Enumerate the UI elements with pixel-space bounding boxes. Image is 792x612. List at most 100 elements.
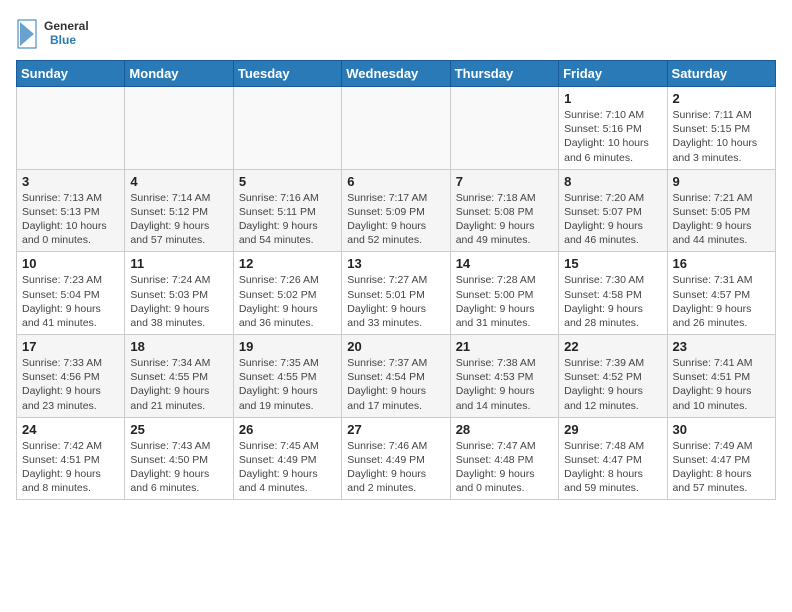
day-info: Sunrise: 7:24 AM Sunset: 5:03 PM Dayligh… (130, 273, 227, 330)
day-number: 11 (130, 256, 227, 271)
day-cell-12: 12Sunrise: 7:26 AM Sunset: 5:02 PM Dayli… (233, 252, 341, 335)
weekday-header-monday: Monday (125, 61, 233, 87)
day-number: 23 (673, 339, 770, 354)
weekday-header-row: SundayMondayTuesdayWednesdayThursdayFrid… (17, 61, 776, 87)
day-cell-22: 22 Sunrise: 7:39 AM Sunset: 4:52 PM Dayli… (559, 335, 667, 418)
day-cell-25: 25 Sunrise: 7:43 AM Sunset: 4:50 PM Dayli… (125, 417, 233, 500)
day-cell-30: 30Sunrise: 7:49 AM Sunset: 4:47 PM Dayli… (667, 417, 775, 500)
day-number: 28 (456, 422, 553, 437)
day-info: Sunrise: 7:47 AM Sunset: 4:48 PM Dayligh… (456, 439, 553, 496)
day-number: 10 (22, 256, 119, 271)
weekday-header-thursday: Thursday (450, 61, 558, 87)
day-info: Sunrise: 7:33 AM Sunset: 4:56 PM Dayligh… (22, 356, 119, 413)
day-cell-19: 19 Sunrise: 7:35 AM Sunset: 4:55 PM Dayli… (233, 335, 341, 418)
calendar-table: SundayMondayTuesdayWednesdayThursdayFrid… (16, 60, 776, 500)
day-number: 12 (239, 256, 336, 271)
day-number: 17 (22, 339, 119, 354)
day-number: 20 (347, 339, 444, 354)
day-cell-27: 27 Sunrise: 7:46 AM Sunset: 4:49 PM Dayli… (342, 417, 450, 500)
week-row-1: 1Sunrise: 7:10 AM Sunset: 5:16 PM Daylig… (17, 87, 776, 170)
week-row-5: 24 Sunrise: 7:42 AM Sunset: 4:51 PM Dayli… (17, 417, 776, 500)
week-row-3: 10 Sunrise: 7:23 AM Sunset: 5:04 PM Dayli… (17, 252, 776, 335)
day-info: Sunrise: 7:21 AM Sunset: 5:05 PM Dayligh… (673, 191, 770, 248)
day-info: Sunrise: 7:35 AM Sunset: 4:55 PM Dayligh… (239, 356, 336, 413)
day-cell-5: 5Sunrise: 7:16 AM Sunset: 5:11 PM Daylig… (233, 169, 341, 252)
day-number: 21 (456, 339, 553, 354)
day-cell-21: 21 Sunrise: 7:38 AM Sunset: 4:53 PM Dayli… (450, 335, 558, 418)
empty-cell (125, 87, 233, 170)
day-info: Sunrise: 7:31 AM Sunset: 4:57 PM Dayligh… (673, 273, 770, 330)
day-info: Sunrise: 7:20 AM Sunset: 5:07 PM Dayligh… (564, 191, 661, 248)
day-info: Sunrise: 7:39 AM Sunset: 4:52 PM Dayligh… (564, 356, 661, 413)
day-info: Sunrise: 7:18 AM Sunset: 5:08 PM Dayligh… (456, 191, 553, 248)
day-number: 9 (673, 174, 770, 189)
day-number: 24 (22, 422, 119, 437)
header: General Blue (16, 16, 776, 52)
day-number: 13 (347, 256, 444, 271)
day-info: Sunrise: 7:45 AM Sunset: 4:49 PM Dayligh… (239, 439, 336, 496)
day-info: Sunrise: 7:37 AM Sunset: 4:54 PM Dayligh… (347, 356, 444, 413)
day-cell-1: 1Sunrise: 7:10 AM Sunset: 5:16 PM Daylig… (559, 87, 667, 170)
day-cell-17: 17 Sunrise: 7:33 AM Sunset: 4:56 PM Dayli… (17, 335, 125, 418)
day-number: 22 (564, 339, 661, 354)
day-number: 4 (130, 174, 227, 189)
day-cell-24: 24 Sunrise: 7:42 AM Sunset: 4:51 PM Dayli… (17, 417, 125, 500)
weekday-header-sunday: Sunday (17, 61, 125, 87)
day-cell-23: 23 Sunrise: 7:41 AM Sunset: 4:51 PM Dayli… (667, 335, 775, 418)
day-number: 5 (239, 174, 336, 189)
empty-cell (342, 87, 450, 170)
day-cell-8: 8 Sunrise: 7:20 AM Sunset: 5:07 PM Daylig… (559, 169, 667, 252)
weekday-header-wednesday: Wednesday (342, 61, 450, 87)
day-number: 16 (673, 256, 770, 271)
logo-icon: General Blue (16, 16, 106, 52)
day-cell-28: 28 Sunrise: 7:47 AM Sunset: 4:48 PM Dayli… (450, 417, 558, 500)
day-cell-3: 3Sunrise: 7:13 AM Sunset: 5:13 PM Daylig… (17, 169, 125, 252)
empty-cell (450, 87, 558, 170)
day-number: 14 (456, 256, 553, 271)
weekday-header-saturday: Saturday (667, 61, 775, 87)
day-info: Sunrise: 7:49 AM Sunset: 4:47 PM Dayligh… (673, 439, 770, 496)
day-number: 19 (239, 339, 336, 354)
day-cell-16: 16 Sunrise: 7:31 AM Sunset: 4:57 PM Dayli… (667, 252, 775, 335)
week-row-2: 3Sunrise: 7:13 AM Sunset: 5:13 PM Daylig… (17, 169, 776, 252)
day-cell-26: 26 Sunrise: 7:45 AM Sunset: 4:49 PM Dayli… (233, 417, 341, 500)
empty-cell (17, 87, 125, 170)
day-number: 25 (130, 422, 227, 437)
day-number: 18 (130, 339, 227, 354)
day-cell-10: 10 Sunrise: 7:23 AM Sunset: 5:04 PM Dayli… (17, 252, 125, 335)
day-cell-18: 18Sunrise: 7:34 AM Sunset: 4:55 PM Dayli… (125, 335, 233, 418)
day-cell-13: 13 Sunrise: 7:27 AM Sunset: 5:01 PM Dayli… (342, 252, 450, 335)
week-row-4: 17 Sunrise: 7:33 AM Sunset: 4:56 PM Dayli… (17, 335, 776, 418)
day-number: 8 (564, 174, 661, 189)
day-cell-2: 2 Sunrise: 7:11 AM Sunset: 5:15 PM Daylig… (667, 87, 775, 170)
day-info: Sunrise: 7:14 AM Sunset: 5:12 PM Dayligh… (130, 191, 227, 248)
day-number: 3 (22, 174, 119, 189)
day-cell-15: 15 Sunrise: 7:30 AM Sunset: 4:58 PM Dayli… (559, 252, 667, 335)
day-number: 2 (673, 91, 770, 106)
day-info: Sunrise: 7:30 AM Sunset: 4:58 PM Dayligh… (564, 273, 661, 330)
weekday-header-tuesday: Tuesday (233, 61, 341, 87)
day-number: 26 (239, 422, 336, 437)
day-number: 27 (347, 422, 444, 437)
day-number: 1 (564, 91, 661, 106)
day-info: Sunrise: 7:23 AM Sunset: 5:04 PM Dayligh… (22, 273, 119, 330)
day-info: Sunrise: 7:28 AM Sunset: 5:00 PM Dayligh… (456, 273, 553, 330)
day-info: Sunrise: 7:27 AM Sunset: 5:01 PM Dayligh… (347, 273, 444, 330)
weekday-header-friday: Friday (559, 61, 667, 87)
day-info: Sunrise: 7:17 AM Sunset: 5:09 PM Dayligh… (347, 191, 444, 248)
day-number: 15 (564, 256, 661, 271)
empty-cell (233, 87, 341, 170)
svg-text:Blue: Blue (50, 33, 76, 47)
day-cell-4: 4 Sunrise: 7:14 AM Sunset: 5:12 PM Daylig… (125, 169, 233, 252)
day-number: 29 (564, 422, 661, 437)
day-number: 7 (456, 174, 553, 189)
day-info: Sunrise: 7:38 AM Sunset: 4:53 PM Dayligh… (456, 356, 553, 413)
day-cell-7: 7 Sunrise: 7:18 AM Sunset: 5:08 PM Daylig… (450, 169, 558, 252)
day-info: Sunrise: 7:43 AM Sunset: 4:50 PM Dayligh… (130, 439, 227, 496)
day-info: Sunrise: 7:42 AM Sunset: 4:51 PM Dayligh… (22, 439, 119, 496)
day-info: Sunrise: 7:11 AM Sunset: 5:15 PM Dayligh… (673, 108, 770, 165)
day-cell-11: 11 Sunrise: 7:24 AM Sunset: 5:03 PM Dayli… (125, 252, 233, 335)
day-cell-29: 29Sunrise: 7:48 AM Sunset: 4:47 PM Dayli… (559, 417, 667, 500)
day-info: Sunrise: 7:41 AM Sunset: 4:51 PM Dayligh… (673, 356, 770, 413)
day-info: Sunrise: 7:46 AM Sunset: 4:49 PM Dayligh… (347, 439, 444, 496)
